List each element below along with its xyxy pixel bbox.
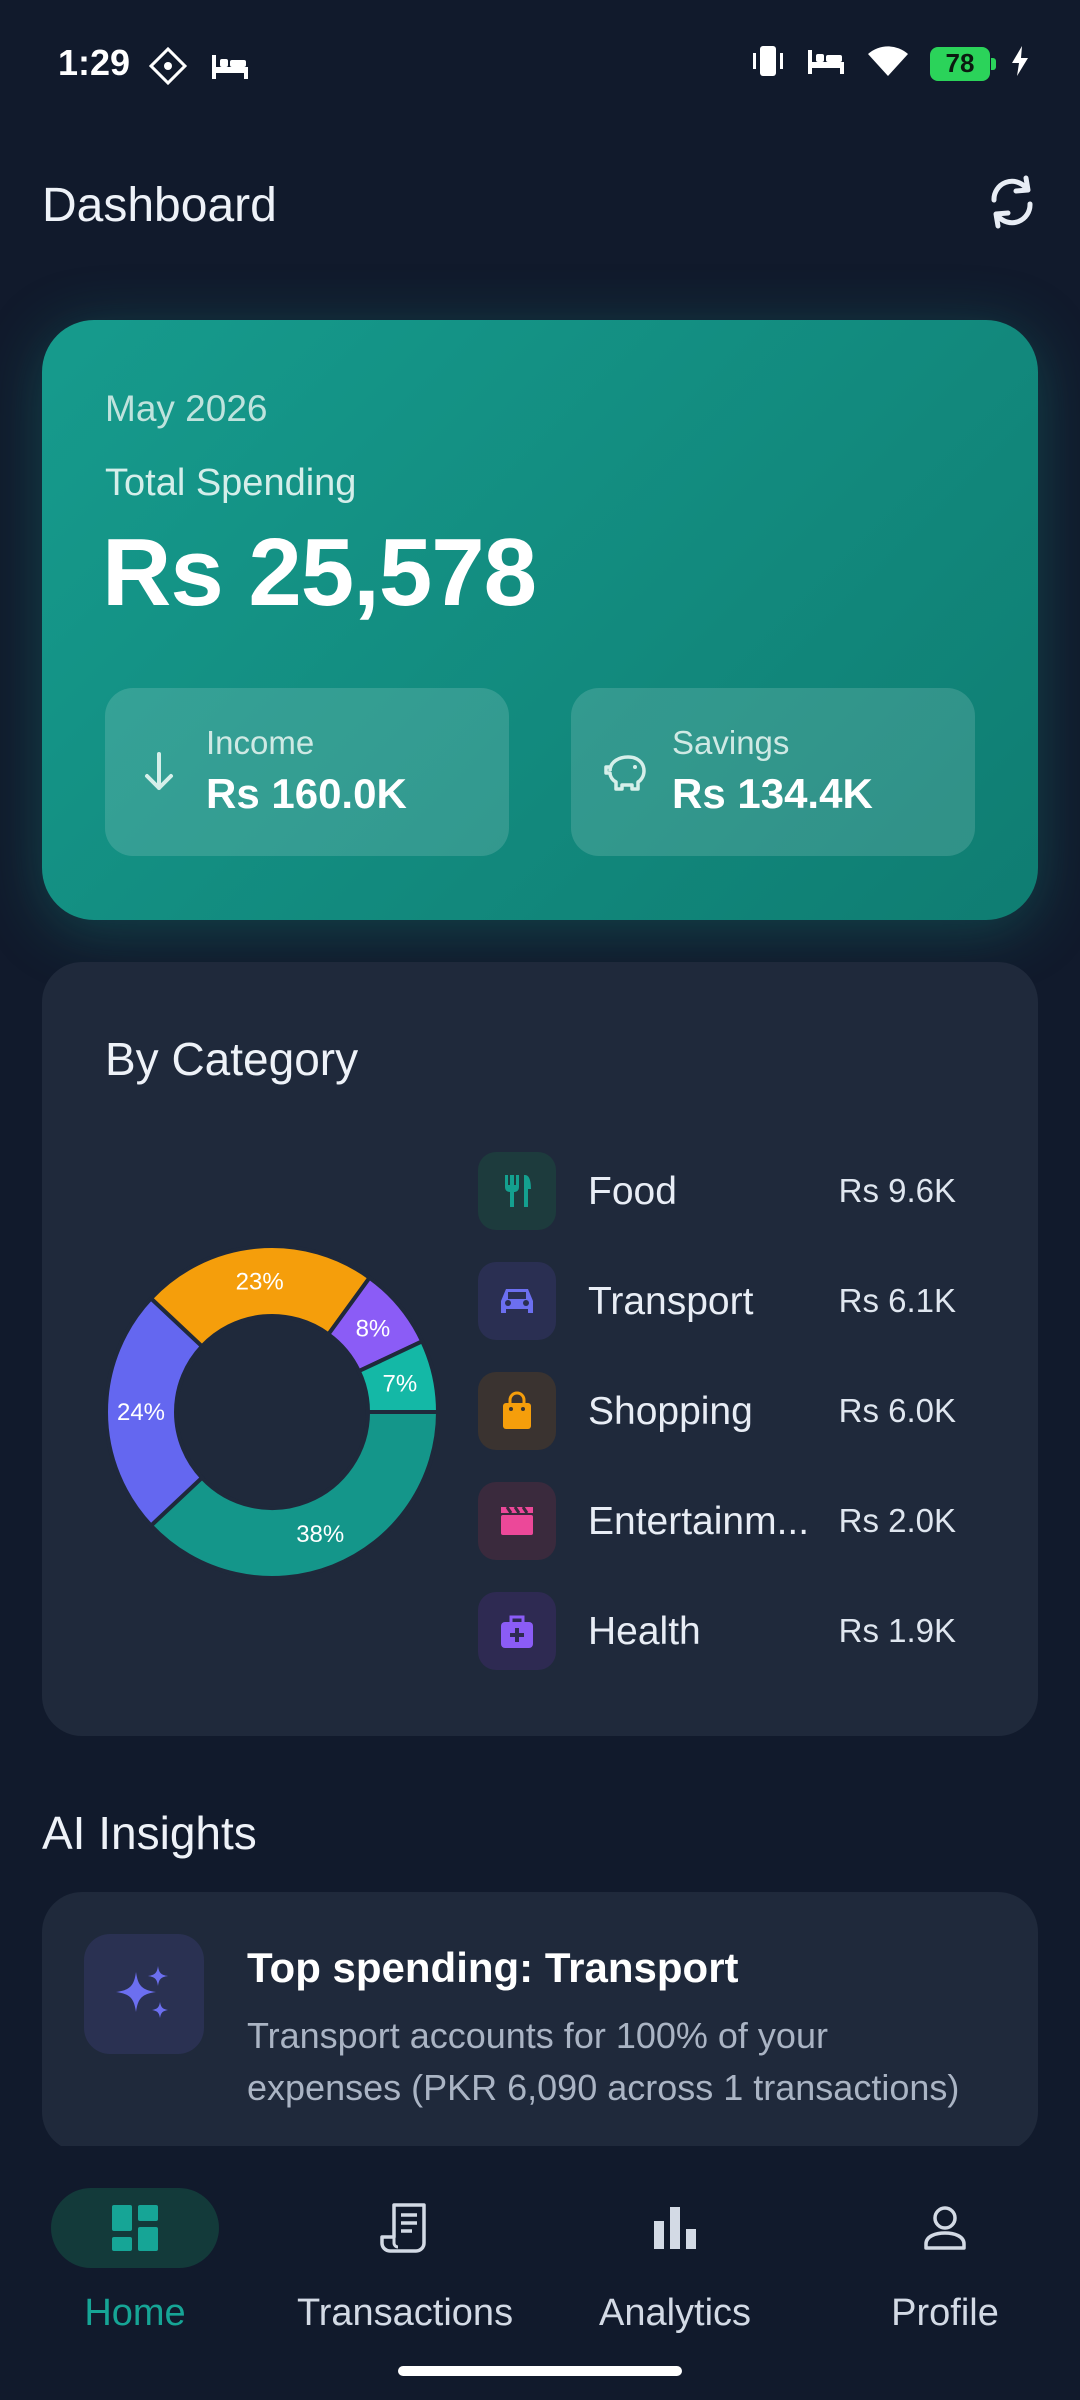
nav-label: Analytics xyxy=(598,2292,752,2334)
donut-slice-label: 38% xyxy=(296,1521,344,1548)
total-spending-amount: Rs 25,578 xyxy=(102,519,537,626)
bar-chart-icon xyxy=(591,2188,759,2268)
receipt-icon xyxy=(321,2188,489,2268)
category-name: Health xyxy=(588,1610,701,1653)
income-value: Rs 160.0K xyxy=(206,770,407,817)
category-value: Rs 9.6K xyxy=(838,1172,956,1209)
home-indicator[interactable] xyxy=(398,2366,682,2376)
bed-icon xyxy=(806,46,846,81)
category-item-shopping[interactable]: Shopping Rs 6.0K xyxy=(478,1372,1018,1482)
savings-label: Savings xyxy=(672,724,790,761)
savings-card[interactable]: Savings Rs 134.4K xyxy=(571,688,975,856)
clapperboard-icon xyxy=(478,1482,556,1560)
insight-card[interactable]: Top spending: Transport Transport accoun… xyxy=(42,1892,1038,2152)
nav-home[interactable]: Home xyxy=(0,2166,270,2336)
piggy-bank-icon xyxy=(601,748,649,796)
category-item-entertainment[interactable]: Entertainm... Rs 2.0K xyxy=(478,1482,1018,1592)
app-notification-icon xyxy=(148,46,188,91)
savings-value: Rs 134.4K xyxy=(672,770,873,817)
category-value: Rs 6.1K xyxy=(838,1282,956,1319)
income-card[interactable]: Income Rs 160.0K xyxy=(105,688,509,856)
page-title: Dashboard xyxy=(42,179,277,232)
donut-slice-label: 7% xyxy=(383,1370,418,1397)
bottom-navigation: Home Transactions Analytics Profile xyxy=(0,2146,1080,2400)
utensils-icon xyxy=(478,1152,556,1230)
nav-label: Home xyxy=(84,2292,186,2334)
status-bar: 1:29 78 xyxy=(0,0,1080,130)
category-card: By Category 38% 24% 23% 8% 7% Food Rs 9.6K T… xyxy=(42,962,1038,1736)
nav-analytics[interactable]: Analytics xyxy=(540,2166,810,2336)
donut-slice xyxy=(148,1410,441,1580)
ai-insights-title: AI Insights xyxy=(42,1807,257,1859)
category-item-health[interactable]: Health Rs 1.9K xyxy=(478,1592,1018,1702)
total-spending-label: Total Spending xyxy=(105,462,357,504)
refresh-button[interactable] xyxy=(982,172,1042,232)
nav-transactions[interactable]: Transactions xyxy=(270,2166,540,2336)
category-name: Shopping xyxy=(588,1390,753,1433)
medical-bag-icon xyxy=(478,1592,556,1670)
category-legend: Food Rs 9.6K Transport Rs 6.1K Shopping … xyxy=(478,1152,1018,1702)
refresh-icon xyxy=(991,175,1033,229)
spending-summary-card: May 2026 Total Spending Rs 25,578 Income… xyxy=(42,320,1038,920)
dashboard-icon xyxy=(51,2188,219,2268)
vibrate-icon xyxy=(750,44,786,83)
category-title: By Category xyxy=(105,1033,359,1085)
category-name: Entertainm... xyxy=(588,1500,810,1543)
donut-slice-label: 8% xyxy=(356,1315,391,1342)
category-name: Transport xyxy=(588,1280,754,1323)
nav-label: Profile xyxy=(891,2292,999,2334)
sparkles-icon xyxy=(84,1934,204,2054)
bed-icon xyxy=(210,51,250,86)
insight-title: Top spending: Transport xyxy=(247,1944,739,1991)
nav-label: Transactions xyxy=(296,2292,514,2334)
donut-slice-label: 23% xyxy=(236,1269,284,1296)
donut-slice-label: 24% xyxy=(117,1399,165,1426)
arrow-down-icon xyxy=(135,748,183,796)
category-donut-chart: 38% 24% 23% 8% 7% xyxy=(104,1244,441,1580)
category-item-food[interactable]: Food Rs 9.6K xyxy=(478,1152,1018,1262)
income-label: Income xyxy=(206,724,315,761)
car-icon xyxy=(478,1262,556,1340)
shopping-bag-icon xyxy=(478,1372,556,1450)
category-value: Rs 2.0K xyxy=(838,1502,956,1539)
category-item-transport[interactable]: Transport Rs 6.1K xyxy=(478,1262,1018,1372)
category-value: Rs 1.9K xyxy=(838,1612,956,1649)
charging-icon xyxy=(1010,46,1030,81)
wifi-icon xyxy=(866,44,910,83)
battery-indicator: 78 xyxy=(930,46,996,81)
status-time: 1:29 xyxy=(58,42,131,83)
user-icon xyxy=(861,2188,1029,2268)
category-value: Rs 6.0K xyxy=(838,1392,956,1429)
insight-text: Transport accounts for 100% of your expe… xyxy=(247,2015,960,2108)
summary-month: May 2026 xyxy=(105,388,268,429)
nav-profile[interactable]: Profile xyxy=(810,2166,1080,2336)
category-name: Food xyxy=(588,1170,677,1213)
